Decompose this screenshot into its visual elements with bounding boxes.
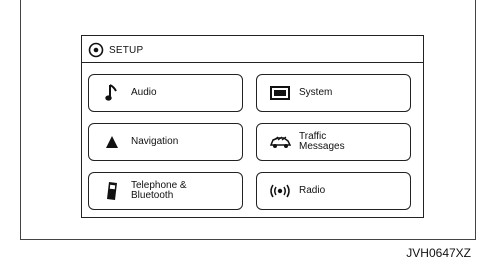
radio-waves-icon (267, 181, 293, 201)
setup-header: SETUP (88, 41, 143, 59)
navigation-label: Navigation (131, 136, 179, 147)
phone-icon (99, 181, 125, 201)
display-icon (267, 83, 293, 103)
figure-caption: JVH0647XZ (406, 246, 471, 260)
traffic-messages-label: Traffic Messages (299, 131, 345, 152)
telephone-bluetooth-label: Telephone & Bluetooth (131, 180, 187, 201)
page-title: SETUP (109, 44, 144, 56)
system-button[interactable]: System (256, 74, 411, 112)
system-label: System (299, 87, 333, 98)
radio-button[interactable]: Radio (256, 172, 411, 210)
music-note-icon (99, 83, 125, 103)
setup-screen: SETUP Audio System Navigation Traffic Me… (81, 35, 424, 218)
audio-button[interactable]: Audio (88, 74, 243, 112)
navigation-arrow-icon (99, 132, 125, 152)
header-divider (82, 62, 423, 63)
audio-label: Audio (131, 87, 157, 98)
navigation-button[interactable]: Navigation (88, 123, 243, 161)
radio-label: Radio (299, 185, 326, 196)
traffic-car-icon (267, 132, 293, 152)
telephone-bluetooth-button[interactable]: Telephone & Bluetooth (88, 172, 243, 210)
setup-gear-icon (88, 42, 104, 58)
traffic-messages-button[interactable]: Traffic Messages (256, 123, 411, 161)
